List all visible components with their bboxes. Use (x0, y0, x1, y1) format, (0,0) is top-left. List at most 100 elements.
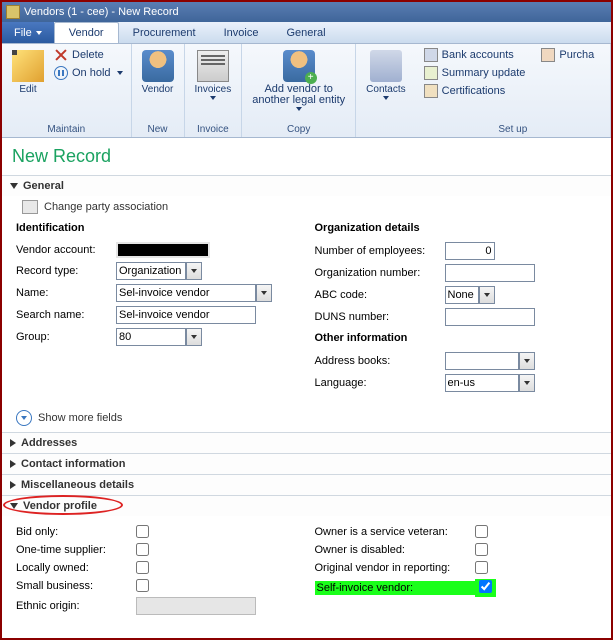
veteran-label: Owner is a service veteran: (315, 526, 475, 538)
expand-circle-icon (16, 410, 32, 426)
small-business-label: Small business: (16, 580, 136, 592)
contacts-button[interactable]: Contacts (360, 46, 411, 104)
ribbon: Edit Delete On hold Maintain Vendor (2, 44, 611, 138)
disabled-checkbox[interactable] (475, 543, 488, 556)
one-time-label: One-time supplier: (16, 544, 136, 556)
tab-invoice[interactable]: Invoice (210, 22, 273, 43)
self-invoice-checkbox[interactable] (479, 580, 492, 593)
section-vendor-profile-header[interactable]: Vendor profile (2, 496, 611, 516)
record-type-select[interactable] (116, 262, 186, 280)
person-icon (142, 50, 174, 82)
address-books-input[interactable] (445, 352, 519, 370)
group-input[interactable] (116, 328, 186, 346)
bid-only-label: Bid only: (16, 526, 136, 538)
section-addresses: Addresses (2, 432, 611, 453)
section-contact-info-header[interactable]: Contact information (2, 454, 611, 474)
ribbon-group-new: Vendor New (132, 44, 185, 137)
add-vendor-button[interactable]: Add vendor toanother legal entity (246, 46, 351, 115)
purchase-button[interactable]: Purcha (537, 46, 598, 64)
collapse-icon (10, 481, 16, 489)
ribbon-group-invoice: Invoices Invoice (185, 44, 243, 137)
org-number-label: Organization number: (315, 267, 445, 279)
menu-bar: File Vendor Procurement Invoice General (2, 22, 611, 44)
duns-input[interactable] (445, 308, 535, 326)
abc-code-dropdown-button[interactable] (479, 286, 495, 304)
other-info-header: Other information (315, 330, 604, 348)
tab-vendor[interactable]: Vendor (54, 22, 119, 43)
on-hold-button[interactable]: On hold (50, 64, 127, 82)
edit-button[interactable]: Edit (6, 46, 50, 99)
chevron-down-icon (191, 335, 197, 339)
abc-code-label: ABC code: (315, 289, 445, 301)
purchase-icon (541, 48, 555, 62)
chevron-down-icon (524, 381, 530, 385)
chevron-down-icon (383, 96, 389, 100)
bank-icon (424, 48, 438, 62)
pause-icon (54, 66, 68, 80)
show-more-fields-button[interactable]: Show more fields (2, 404, 611, 432)
edit-icon (12, 50, 44, 82)
certifications-button[interactable]: Certifications (420, 82, 530, 100)
ribbon-group-contacts: Contacts (356, 44, 415, 137)
chevron-down-icon (191, 269, 197, 273)
section-vendor-profile: Vendor profile Bid only: One-time suppli… (2, 495, 611, 628)
chevron-down-icon (210, 96, 216, 100)
num-employees-input[interactable] (445, 242, 495, 260)
window-title-bar: Vendors (1 - cee) - New Record (2, 2, 611, 22)
page-title: New Record (2, 138, 611, 175)
expand-icon (10, 503, 18, 509)
section-general-header[interactable]: General (2, 176, 611, 196)
chevron-down-icon (36, 31, 42, 35)
one-time-checkbox[interactable] (136, 543, 149, 556)
chevron-down-icon (261, 291, 267, 295)
bid-only-checkbox[interactable] (136, 525, 149, 538)
delete-button[interactable]: Delete (50, 46, 127, 64)
locally-owned-checkbox[interactable] (136, 561, 149, 574)
tab-procurement[interactable]: Procurement (119, 22, 210, 43)
certifications-icon (424, 84, 438, 98)
disabled-label: Owner is disabled: (315, 544, 475, 556)
section-misc-header[interactable]: Miscellaneous details (2, 475, 611, 495)
group-dropdown-button[interactable] (186, 328, 202, 346)
num-employees-label: Number of employees: (315, 245, 445, 257)
search-name-input[interactable] (116, 306, 256, 324)
tab-general[interactable]: General (272, 22, 339, 43)
self-invoice-label: Self-invoice vendor: (315, 581, 475, 595)
section-addresses-header[interactable]: Addresses (2, 433, 611, 453)
language-dropdown-button[interactable] (519, 374, 535, 392)
original-vendor-label: Original vendor in reporting: (315, 562, 475, 574)
section-misc: Miscellaneous details (2, 474, 611, 495)
record-type-label: Record type: (16, 265, 116, 277)
summary-update-button[interactable]: Summary update (420, 64, 530, 82)
name-dropdown-button[interactable] (256, 284, 272, 302)
original-vendor-checkbox[interactable] (475, 561, 488, 574)
section-contact-info: Contact information (2, 453, 611, 474)
summary-icon (424, 66, 438, 80)
delete-icon (54, 48, 68, 62)
name-input[interactable] (116, 284, 256, 302)
file-menu-button[interactable]: File (2, 22, 54, 43)
address-books-dropdown-button[interactable] (519, 352, 535, 370)
ethnic-origin-label: Ethnic origin: (16, 600, 136, 612)
locally-owned-label: Locally owned: (16, 562, 136, 574)
window-icon (6, 5, 20, 19)
bank-accounts-button[interactable]: Bank accounts (420, 46, 530, 64)
veteran-checkbox[interactable] (475, 525, 488, 538)
duns-label: DUNS number: (315, 311, 445, 323)
ribbon-group-setup: Bank accounts Summary update Certificati… (416, 44, 611, 137)
identification-header: Identification (16, 220, 305, 238)
chevron-down-icon (524, 359, 530, 363)
change-party-button[interactable]: Change party association (2, 196, 611, 218)
language-input[interactable] (445, 374, 519, 392)
invoices-button[interactable]: Invoices (189, 46, 238, 104)
org-details-header: Organization details (315, 220, 604, 238)
window-title: Vendors (1 - cee) - New Record (24, 6, 179, 18)
ribbon-group-maintain: Edit Delete On hold Maintain (2, 44, 132, 137)
abc-code-select[interactable] (445, 286, 479, 304)
small-business-checkbox[interactable] (136, 579, 149, 592)
org-number-input[interactable] (445, 264, 535, 282)
vendor-button[interactable]: Vendor (136, 46, 180, 99)
expand-icon (10, 183, 18, 189)
invoice-icon (197, 50, 229, 82)
record-type-dropdown-button[interactable] (186, 262, 202, 280)
